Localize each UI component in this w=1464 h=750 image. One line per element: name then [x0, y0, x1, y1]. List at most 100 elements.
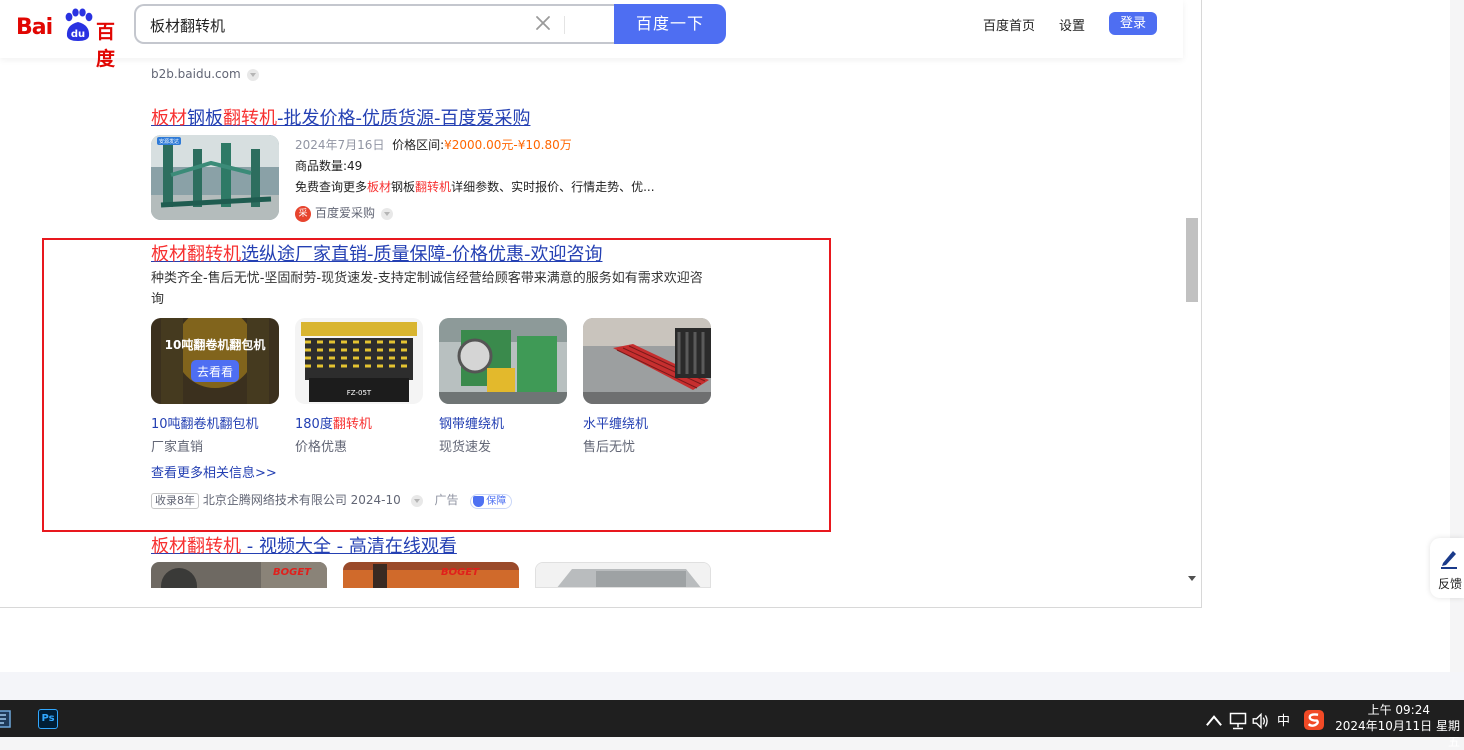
settings-link[interactable]: 设置	[1059, 15, 1085, 34]
ad-footer: 收录8年 北京企腾网络技术有限公司 2024-10 广告 保障	[151, 491, 513, 509]
machine-plate-text: FZ-05T	[347, 389, 372, 397]
tilter-machine-image: FZ-05T	[295, 318, 423, 404]
roller-conveyor-image	[583, 318, 711, 404]
product-count: 商品数量:49	[295, 159, 363, 173]
title-highlight: 板材翻转机	[151, 244, 241, 265]
aicaigou-icon: 采	[295, 205, 311, 222]
title-highlight: 板材	[151, 108, 187, 129]
vertical-scrollbar[interactable]	[1183, 0, 1201, 592]
result-source[interactable]: 采百度爱采购	[295, 204, 394, 222]
price-label: 价格区间:	[392, 138, 445, 152]
desc-text: 钢板	[391, 180, 416, 194]
thumbnail-tag-text: 安源发达	[159, 138, 179, 145]
ad-card-image-3[interactable]	[439, 318, 567, 404]
desc-text: 详细参数、实时报价、行情走势、优...	[451, 180, 655, 194]
title-highlight: 板材翻转机	[151, 536, 241, 557]
page-bottom-margin	[0, 608, 1450, 672]
feedback-button[interactable]: 反馈	[1430, 538, 1464, 598]
guarantee-badge[interactable]: 保障	[470, 494, 513, 509]
page-right-margin	[1202, 0, 1450, 672]
logo-text-cn: 百度	[96, 21, 115, 70]
network-icon[interactable]	[1228, 711, 1248, 731]
ad-card-title-4[interactable]: 水平缠绕机	[583, 413, 648, 432]
scrollbar-thumb[interactable]	[1186, 218, 1198, 302]
login-button[interactable]: 登录	[1109, 12, 1157, 35]
video-frame-image	[536, 563, 710, 587]
baidu-logo[interactable]: Bai du 百度	[16, 8, 120, 70]
years-tag: 收录8年	[151, 493, 199, 509]
results-area: b2b.baidu.com 板材钢板翻转机-批发价格-优质货源-百度爱采购 安源…	[0, 58, 1183, 607]
result-title-aicaigou[interactable]: 板材钢板翻转机-批发价格-优质货源-百度爱采购	[151, 104, 530, 130]
card-overlay-title: 10吨翻卷机翻包机	[165, 337, 266, 352]
ad-card-title-2[interactable]: 180度翻转机	[295, 413, 372, 432]
result-description: 免费查询更多板材钢板翻转机详细参数、实时报价、行情走势、优...	[295, 178, 655, 195]
ad-card-subtitle-3: 现货速发	[439, 440, 492, 455]
previous-result-url-text: b2b.baidu.com	[151, 67, 241, 81]
scroll-down-arrow-icon[interactable]	[1188, 576, 1196, 581]
desc-highlight: 板材	[367, 180, 392, 194]
video-thumbnail-1[interactable]: BOGET	[151, 562, 327, 588]
ad-card-subtitle-1: 厂家直销	[151, 440, 204, 455]
ad-result-title[interactable]: 板材翻转机选纵途厂家直销-质量保障-价格优惠-欢迎咨询	[151, 240, 602, 266]
title-text: - 视频大全 - 高清在线观看	[241, 536, 457, 557]
more-info-link[interactable]: 查看更多相关信息>>	[151, 462, 277, 481]
source-name: 百度爱采购	[315, 206, 376, 220]
sogou-input-icon[interactable]	[1304, 710, 1324, 730]
photoshop-icon[interactable]: Ps	[38, 709, 58, 729]
title-highlight: 翻转机	[223, 108, 277, 129]
dropdown-icon[interactable]	[246, 68, 259, 81]
result-meta-price: 2024年7月16日 价格区间:¥2000.00元-¥10.80万	[295, 136, 572, 153]
page-footer-strip	[0, 672, 1464, 700]
desc-text: 免费查询更多	[295, 180, 368, 194]
home-link[interactable]: 百度首页	[983, 15, 1035, 34]
browser-viewport: Bai du 百度 板材翻转机 百度一下 百度首页 设置 登录 b2b.baid…	[0, 0, 1202, 608]
search-header: Bai du 百度 板材翻转机 百度一下 百度首页 设置 登录	[0, 0, 1183, 70]
ad-card-title-3[interactable]: 钢带缠绕机	[439, 413, 504, 432]
dropdown-icon[interactable]	[410, 494, 423, 507]
card-name-text: 10吨翻卷机翻包机	[151, 417, 259, 432]
video-result-title[interactable]: 板材翻转机 - 视频大全 - 高清在线观看	[151, 532, 457, 558]
card-name-text: 180度	[295, 417, 333, 432]
clear-icon[interactable]	[532, 12, 554, 34]
ad-description: 种类齐全-售后无忧-坚固耐劳-现货速发-支持定制诚信经营给顾客带来满意的服务如有…	[151, 271, 703, 307]
product-thumbnail[interactable]: 安源发达	[151, 135, 279, 220]
baidu-paw-icon: du	[65, 8, 93, 41]
ad-card-image-1[interactable]: 10吨翻卷机翻包机 去看看	[151, 318, 279, 404]
windows-taskbar: Ps 中 上午 09:24 2024年10月11日 星期五	[0, 700, 1464, 749]
advertiser-company[interactable]: 北京企腾网络技术有限公司 2024-10	[203, 493, 401, 507]
result-date: 2024年7月16日	[295, 138, 385, 152]
card-name-highlight: 翻转机	[332, 417, 372, 432]
coil-tilter-image: 10吨翻卷机翻包机 去看看	[151, 318, 279, 404]
system-clock[interactable]: 上午 09:24 2024年10月11日 星期五	[1328, 702, 1464, 750]
ad-label: 广告	[434, 493, 459, 507]
ad-card-image-4[interactable]	[583, 318, 711, 404]
video-brand-text: BOGET	[273, 567, 312, 578]
edit-pen-icon	[1441, 551, 1457, 569]
ad-card-image-2[interactable]: FZ-05T	[295, 318, 423, 404]
video-thumbnail-3[interactable]	[535, 562, 711, 588]
ad-card-subtitle-4: 售后无忧	[583, 440, 636, 455]
search-input[interactable]: 板材翻转机	[134, 4, 616, 44]
title-text: 选纵途厂家直销-质量保障-价格优惠-欢迎咨询	[241, 244, 603, 265]
search-button[interactable]: 百度一下	[614, 4, 726, 44]
title-text: 钢板	[187, 108, 223, 129]
dropdown-icon[interactable]	[381, 207, 394, 220]
video-thumbnail-2[interactable]: BOGET	[343, 562, 519, 588]
feedback-label: 反馈	[1438, 577, 1463, 591]
card-name-text: 钢带缠绕机	[439, 417, 505, 432]
chevron-up-icon[interactable]	[1204, 711, 1224, 731]
ime-indicator[interactable]: 中	[1277, 710, 1290, 729]
app-icon[interactable]	[0, 709, 12, 729]
ad-card-subtitle-2: 价格优惠	[295, 440, 348, 455]
card-name-text: 水平缠绕机	[583, 417, 649, 432]
ad-card-title-1[interactable]: 10吨翻卷机翻包机	[151, 413, 259, 432]
search-divider	[564, 16, 565, 34]
shield-icon	[473, 495, 485, 507]
speaker-icon[interactable]	[1251, 711, 1271, 731]
logo-text-bai: Bai	[16, 15, 53, 40]
video-brand-text: BOGET	[441, 567, 480, 578]
clock-time: 上午 09:24	[1367, 703, 1430, 717]
previous-result-url[interactable]: b2b.baidu.com	[151, 67, 259, 81]
guarantee-text: 保障	[486, 496, 507, 507]
search-query-text: 板材翻转机	[150, 17, 226, 35]
